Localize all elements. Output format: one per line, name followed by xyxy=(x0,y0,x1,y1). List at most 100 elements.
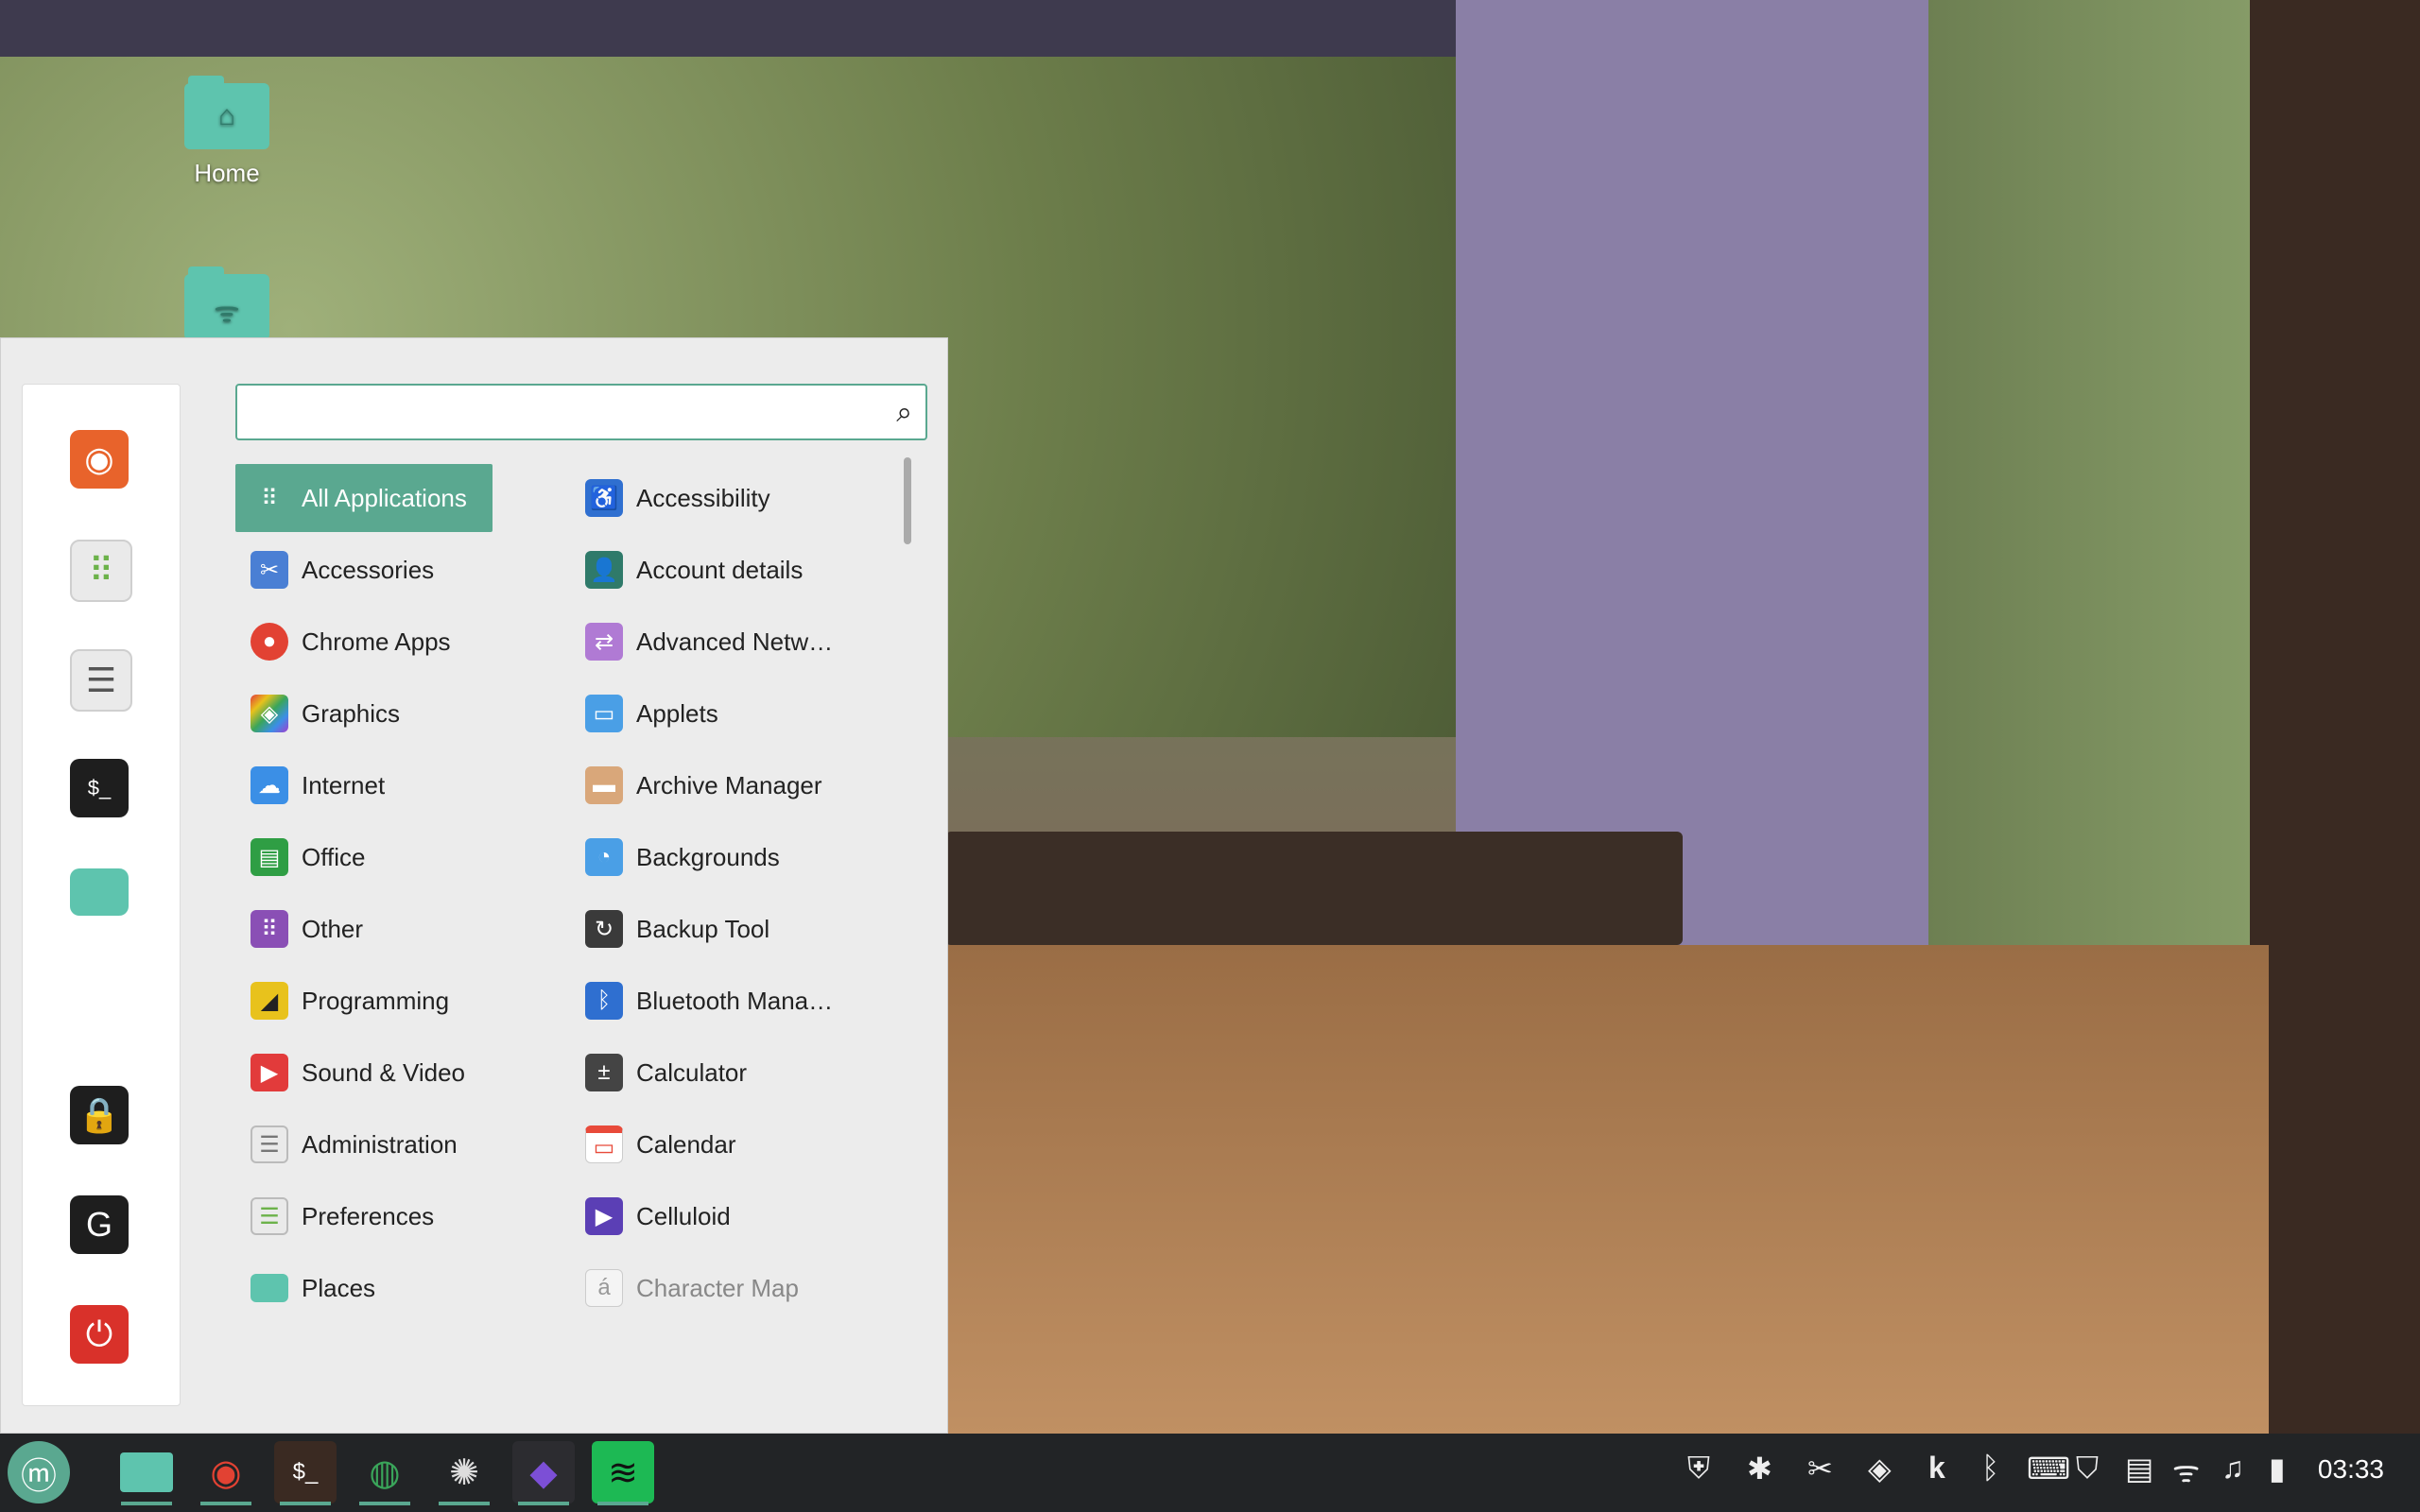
taskbar-terminal-icon[interactable]: $_ xyxy=(274,1441,337,1505)
category-label: All Applications xyxy=(302,483,467,512)
tray-shield-icon[interactable]: ⛉ xyxy=(2076,1451,2099,1486)
administration-icon: ☰ xyxy=(251,1125,288,1163)
grid-icon: ⠿ xyxy=(251,910,288,948)
tray-k-icon[interactable]: k xyxy=(1928,1451,1945,1486)
taskbar-web-browser-icon[interactable]: ◍ xyxy=(354,1441,416,1505)
network-folder-icon: ᯤ xyxy=(184,266,269,340)
category-label: Office xyxy=(302,842,366,871)
category-places[interactable]: Places xyxy=(251,1254,375,1322)
search-box[interactable]: ⌕ xyxy=(235,384,927,440)
favorite-terminal-icon[interactable]: $_ xyxy=(70,759,129,817)
category-internet[interactable]: ☁ Internet xyxy=(251,751,385,819)
home-folder-icon: ⌂ xyxy=(184,76,269,149)
app-backgrounds[interactable]: ◔ Backgrounds xyxy=(585,823,780,891)
app-celluloid[interactable]: ▶ Celluloid xyxy=(585,1182,731,1250)
category-office[interactable]: ▤ Office xyxy=(251,823,365,891)
app-label: Backup Tool xyxy=(636,914,770,943)
favorite-logout-icon[interactable]: G xyxy=(70,1195,129,1254)
category-preferences[interactable]: ☰ Preferences xyxy=(251,1182,434,1250)
category-programming[interactable]: ◢ Programming xyxy=(251,967,449,1035)
backup-icon: ↻ xyxy=(585,910,623,948)
menu-button-icon[interactable]: ⓜ xyxy=(8,1441,70,1503)
app-applets[interactable]: ▭ Applets xyxy=(585,679,718,747)
tray-keyboard-icon[interactable]: ⌨ xyxy=(2027,1451,2070,1486)
app-bluetooth-manager[interactable]: ᛒ Bluetooth Mana… xyxy=(585,967,833,1035)
tray-sound-icon[interactable]: ♫ xyxy=(2221,1451,2244,1486)
desktop-home-icon[interactable]: ⌂ Home xyxy=(161,76,293,188)
category-accessories[interactable]: ✂ Accessories xyxy=(251,536,434,604)
clock[interactable]: 03:33 xyxy=(2318,1454,2384,1485)
calendar-icon: ▭ xyxy=(585,1125,623,1163)
application-menu: ◉ ⠿ ☰ $_ 🔒 G ⏻ ⌕ ⠿ All Applications ✂ Ac… xyxy=(0,337,948,1434)
favorite-lock-screen-icon[interactable]: 🔒 xyxy=(70,1086,129,1144)
app-label: Backgrounds xyxy=(636,842,780,871)
taskbar-chatgpt-icon[interactable]: ✺ xyxy=(433,1441,495,1505)
app-label: Bluetooth Mana… xyxy=(636,986,834,1015)
tray-bluetooth-icon[interactable]: ᛒ xyxy=(1981,1451,1999,1486)
tray-notes-icon[interactable]: ▤ xyxy=(2125,1451,2153,1486)
play-icon: ▶ xyxy=(251,1054,288,1091)
favorite-software-manager-icon[interactable]: ⠿ xyxy=(70,540,132,602)
taskbar-files-icon[interactable] xyxy=(115,1441,178,1505)
favorites-column: ◉ ⠿ ☰ $_ 🔒 G ⏻ xyxy=(22,384,181,1406)
app-label: Calendar xyxy=(636,1129,736,1159)
favorite-firefox-icon[interactable]: ◉ xyxy=(70,430,129,489)
taskbar: ⓜ ◉ $_ ◍ ✺ ◆ ≋ ⛨ ✱ ✂ ◈ k ᛒ ⌨ ⛉ ▤ ᯤ ♫ ▮ 0… xyxy=(0,1434,2420,1512)
favorite-system-settings-icon[interactable]: ☰ xyxy=(70,649,132,712)
wallpaper-table xyxy=(945,832,1683,945)
category-other[interactable]: ⠿ Other xyxy=(251,895,363,963)
folder-icon xyxy=(251,1274,288,1302)
app-archive-manager[interactable]: ▬ Archive Manager xyxy=(585,751,822,819)
search-input[interactable] xyxy=(251,395,859,431)
office-icon: ▤ xyxy=(251,838,288,876)
app-label: Accessibility xyxy=(636,483,770,512)
wallpaper-edge xyxy=(2250,0,2420,1436)
app-backup-tool[interactable]: ↻ Backup Tool xyxy=(585,895,769,963)
category-label: Chrome Apps xyxy=(302,627,451,656)
grid-icon: ⠿ xyxy=(261,485,278,511)
tray-wifi-icon[interactable]: ᯤ xyxy=(2172,1451,2200,1491)
category-label: Graphics xyxy=(302,698,401,728)
app-label: Character Map xyxy=(636,1273,799,1302)
tray-dropbox-icon[interactable]: ◈ xyxy=(1868,1451,1892,1486)
taskbar-chrome-icon[interactable]: ◉ xyxy=(195,1441,257,1505)
category-all-applications[interactable]: ⠿ All Applications xyxy=(235,464,493,532)
search-icon: ⌕ xyxy=(896,397,912,428)
tray-vpn-icon[interactable]: ⛨ xyxy=(1687,1451,1710,1486)
app-calculator[interactable]: ± Calculator xyxy=(585,1039,747,1107)
favorite-files-icon[interactable] xyxy=(70,868,129,916)
category-label: Other xyxy=(302,914,364,943)
app-label: Celluloid xyxy=(636,1201,731,1230)
tray-battery-icon[interactable]: ▮ xyxy=(2269,1451,2286,1486)
menu-scrollbar[interactable] xyxy=(904,457,911,544)
category-label: Administration xyxy=(302,1129,458,1159)
app-advanced-network[interactable]: ⇄ Advanced Netw… xyxy=(585,608,833,676)
wallpaper-ceiling xyxy=(0,0,1456,57)
bluetooth-icon: ᛒ xyxy=(585,982,623,1020)
category-label: Preferences xyxy=(302,1201,435,1230)
app-character-map[interactable]: á Character Map xyxy=(585,1254,799,1322)
graphics-icon: ◈ xyxy=(251,695,288,732)
app-accessibility[interactable]: ♿ Accessibility xyxy=(585,464,770,532)
taskbar-obsidian-icon[interactable]: ◆ xyxy=(512,1441,575,1505)
scissors-icon: ✂ xyxy=(251,551,288,589)
app-calendar[interactable]: ▭ Calendar xyxy=(585,1110,736,1178)
app-account-details[interactable]: 👤 Account details xyxy=(585,536,803,604)
applets-icon: ▭ xyxy=(585,695,623,732)
character-map-icon: á xyxy=(585,1269,623,1307)
taskbar-spotify-icon[interactable]: ≋ xyxy=(592,1441,654,1505)
category-chrome-apps[interactable]: ● Chrome Apps xyxy=(251,608,451,676)
app-label: Applets xyxy=(636,698,718,728)
category-label: Sound & Video xyxy=(302,1057,465,1087)
category-sound-video[interactable]: ▶ Sound & Video xyxy=(251,1039,465,1107)
preferences-icon: ☰ xyxy=(251,1197,288,1235)
category-administration[interactable]: ☰ Administration xyxy=(251,1110,458,1178)
favorite-shutdown-icon[interactable]: ⏻ xyxy=(70,1305,129,1364)
archive-icon: ▬ xyxy=(585,766,623,804)
tray-screenshot-icon[interactable]: ✂ xyxy=(1807,1451,1833,1486)
tray-slack-icon[interactable]: ✱ xyxy=(1747,1451,1772,1486)
category-label: Places xyxy=(302,1273,376,1302)
category-graphics[interactable]: ◈ Graphics xyxy=(251,679,400,747)
category-label: Programming xyxy=(302,986,450,1015)
app-label: Archive Manager xyxy=(636,770,822,799)
